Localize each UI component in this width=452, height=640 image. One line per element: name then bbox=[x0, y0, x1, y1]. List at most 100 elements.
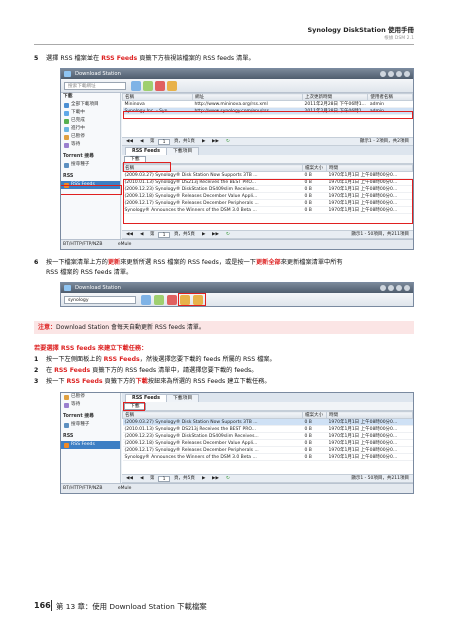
sidebar-item-search[interactable]: 搜尋種子 bbox=[61, 161, 120, 169]
window-controls bbox=[380, 71, 410, 77]
refresh-icon[interactable]: ↻ bbox=[226, 231, 230, 239]
table-row[interactable]: Synology® Announces the Winners of the D… bbox=[122, 453, 413, 461]
maximize-icon[interactable] bbox=[396, 285, 402, 291]
note-box: 注意：Download Station 會每天自動更新 RSS feeds 清單… bbox=[34, 321, 414, 334]
step-6: 6 按一下檔案清單上方的更新來更新所選 RSS 檔案的 RSS feeds，或是按… bbox=[34, 259, 343, 276]
refresh-icon[interactable]: ↻ bbox=[226, 138, 230, 146]
note-label: 注意： bbox=[38, 324, 57, 331]
sidebar-item-search[interactable]: 搜尋種子 bbox=[61, 421, 120, 429]
next-page-icon[interactable]: ▶ bbox=[202, 475, 205, 483]
step-5: 5 選擇 RSS 檔案並在 RSS Feeds 頁籤下方檢視該檔案的 RSS fe… bbox=[34, 54, 255, 64]
table-row[interactable]: (2009.03.27) Synology® Disk Station Now … bbox=[122, 418, 413, 426]
table-header: 名稱 網址 上次更新時間 使用者名稱 bbox=[122, 93, 413, 101]
emule-tab[interactable]: eMule bbox=[118, 486, 132, 491]
add-icon[interactable] bbox=[131, 81, 141, 91]
next-page-icon[interactable]: ▶ bbox=[202, 138, 205, 146]
footer-divider bbox=[51, 600, 52, 611]
arrow-down-icon bbox=[64, 110, 69, 116]
search-icon bbox=[64, 162, 69, 168]
prev-page-icon[interactable]: ◀ bbox=[140, 138, 143, 146]
prev-page-icon[interactable]: ◀ bbox=[140, 231, 143, 239]
toolbar: synology bbox=[61, 293, 413, 306]
sidebar-item-paused[interactable]: 已暫停 bbox=[61, 133, 120, 141]
next-page-icon[interactable]: ▶ bbox=[202, 231, 205, 239]
sidebar-item-completed[interactable]: 已完成 bbox=[61, 117, 120, 125]
pause-icon bbox=[64, 134, 69, 140]
section-step-3: 3 按一下 RSS Feeds 頁籤下方的下載按鈕來為所選的 RSS Feeds … bbox=[34, 378, 271, 385]
last-page-icon[interactable]: ▶▶ bbox=[212, 138, 219, 146]
page-number: 166 bbox=[34, 601, 51, 610]
sidebar-heading-download: 下載 bbox=[63, 94, 73, 99]
window-titlebar: Download Station bbox=[61, 283, 413, 293]
sidebar-item-waiting[interactable]: 等待 bbox=[61, 401, 120, 409]
search-input[interactable]: 搜索下載網址 bbox=[64, 82, 126, 90]
edit-icon[interactable] bbox=[154, 295, 164, 305]
sidebar-item-waiting[interactable]: 等待 bbox=[61, 141, 120, 149]
rss-icon bbox=[64, 442, 69, 448]
pager-status: 顯示1 - 2項目，共2項目 bbox=[359, 139, 409, 144]
close-icon[interactable] bbox=[404, 71, 410, 77]
window-titlebar: Download Station bbox=[61, 69, 413, 79]
sidebar-item-paused[interactable]: 已暫停 bbox=[61, 393, 120, 401]
page-input[interactable]: 1 bbox=[158, 139, 170, 145]
help-icon[interactable] bbox=[380, 285, 386, 291]
tab-downloads[interactable]: 下載項目 bbox=[166, 394, 200, 402]
minimize-icon[interactable] bbox=[388, 285, 394, 291]
emule-tab[interactable]: eMule bbox=[118, 242, 132, 247]
sidebar: 下載 全部下載項目 下載中 已完成 進行中 已暫停 等待 Torrent 搜尋 … bbox=[61, 93, 121, 239]
search-input[interactable]: synology bbox=[64, 296, 136, 304]
status-bar: BT/HTTP/FTP/NZB eMule bbox=[61, 239, 413, 249]
minimize-icon[interactable] bbox=[388, 71, 394, 77]
manual-title: Synology DiskStation 使用手冊 bbox=[307, 26, 414, 34]
last-page-icon[interactable]: ▶▶ bbox=[212, 231, 219, 239]
tab-downloads[interactable]: 下載項目 bbox=[166, 147, 200, 155]
edit-icon[interactable] bbox=[143, 81, 153, 91]
delete-icon[interactable] bbox=[167, 295, 177, 305]
play-icon bbox=[64, 126, 69, 132]
table-row[interactable]: (2010.01.13) Synology® DS213j Receives t… bbox=[122, 425, 413, 433]
sidebar-footer-protocols[interactable]: BT/HTTP/FTP/NZB bbox=[63, 486, 102, 491]
window-title: Download Station bbox=[75, 71, 121, 77]
clock-icon bbox=[64, 142, 69, 148]
clock-icon bbox=[64, 402, 69, 408]
page-input[interactable]: 1 bbox=[158, 476, 170, 482]
first-page-icon[interactable]: ◀◀ bbox=[126, 475, 133, 483]
delete-icon[interactable] bbox=[155, 81, 165, 91]
add-icon[interactable] bbox=[141, 295, 151, 305]
download-icon bbox=[64, 102, 69, 108]
page-input[interactable]: 1 bbox=[158, 232, 170, 238]
close-icon[interactable] bbox=[404, 285, 410, 291]
sidebar-item-all[interactable]: 全部下載項目 bbox=[61, 101, 120, 109]
step-highlight: RSS Feeds bbox=[101, 55, 138, 62]
rss-feeds-table: 名稱 檔案大小 時間 (2009.03.27) Synology® Disk S… bbox=[122, 411, 413, 461]
annotation-box bbox=[61, 185, 122, 195]
step-text: 頁籤下方檢視該檔案的 RSS feeds 清單。 bbox=[137, 55, 255, 62]
sidebar-item-rss-feeds[interactable]: RSS Feeds bbox=[61, 441, 120, 449]
last-page-icon[interactable]: ▶▶ bbox=[212, 475, 219, 483]
sidebar-item-active[interactable]: 進行中 bbox=[61, 125, 120, 133]
table-row[interactable]: (2009.12.17) Synology® Releases December… bbox=[122, 446, 413, 454]
table-row[interactable]: Mininova http://www.mininova.org/rss.xml 2… bbox=[122, 100, 413, 108]
sidebar-heading-rss: RSS bbox=[63, 174, 74, 179]
section-step-1: 1 按一下左側面板上的 RSS Feeds，然後選擇您要下載的 feeds 所屬的… bbox=[34, 356, 276, 363]
prev-page-icon[interactable]: ◀ bbox=[140, 475, 143, 483]
first-page-icon[interactable]: ◀◀ bbox=[126, 138, 133, 146]
pager-status: 顯示1 - 50項目，共211項目 bbox=[351, 476, 409, 481]
refresh-icon[interactable]: ↻ bbox=[226, 475, 230, 483]
help-icon[interactable] bbox=[380, 71, 386, 77]
sidebar-item-downloading[interactable]: 下載中 bbox=[61, 109, 120, 117]
tab-rss-feeds[interactable]: RSS Feeds bbox=[125, 394, 167, 402]
sidebar-footer-protocols[interactable]: BT/HTTP/FTP/NZB bbox=[63, 242, 102, 247]
main-panel: RSS Feeds 下載項目 下載 名稱 檔案大小 時間 (2009.03.27… bbox=[122, 393, 413, 483]
feed-toolbar: 下載 bbox=[122, 402, 413, 411]
table-row[interactable]: (2009.12.23) Synology® DiskStation DS409… bbox=[122, 432, 413, 440]
table-row[interactable]: (2009.03.27) Synology® Disk Station Now … bbox=[122, 171, 413, 179]
maximize-icon[interactable] bbox=[396, 71, 402, 77]
table-row[interactable]: (2009.12.18) Synology® Releases December… bbox=[122, 439, 413, 447]
first-page-icon[interactable]: ◀◀ bbox=[126, 231, 133, 239]
tab-rss-feeds[interactable]: RSS Feeds bbox=[125, 147, 167, 155]
app-icon bbox=[64, 285, 71, 291]
refresh-icon[interactable] bbox=[167, 81, 177, 91]
annotation-box bbox=[123, 179, 413, 224]
download-station-window: Download Station 搜索下載網址 下載 全部下載項目 下載中 已完… bbox=[60, 68, 414, 250]
